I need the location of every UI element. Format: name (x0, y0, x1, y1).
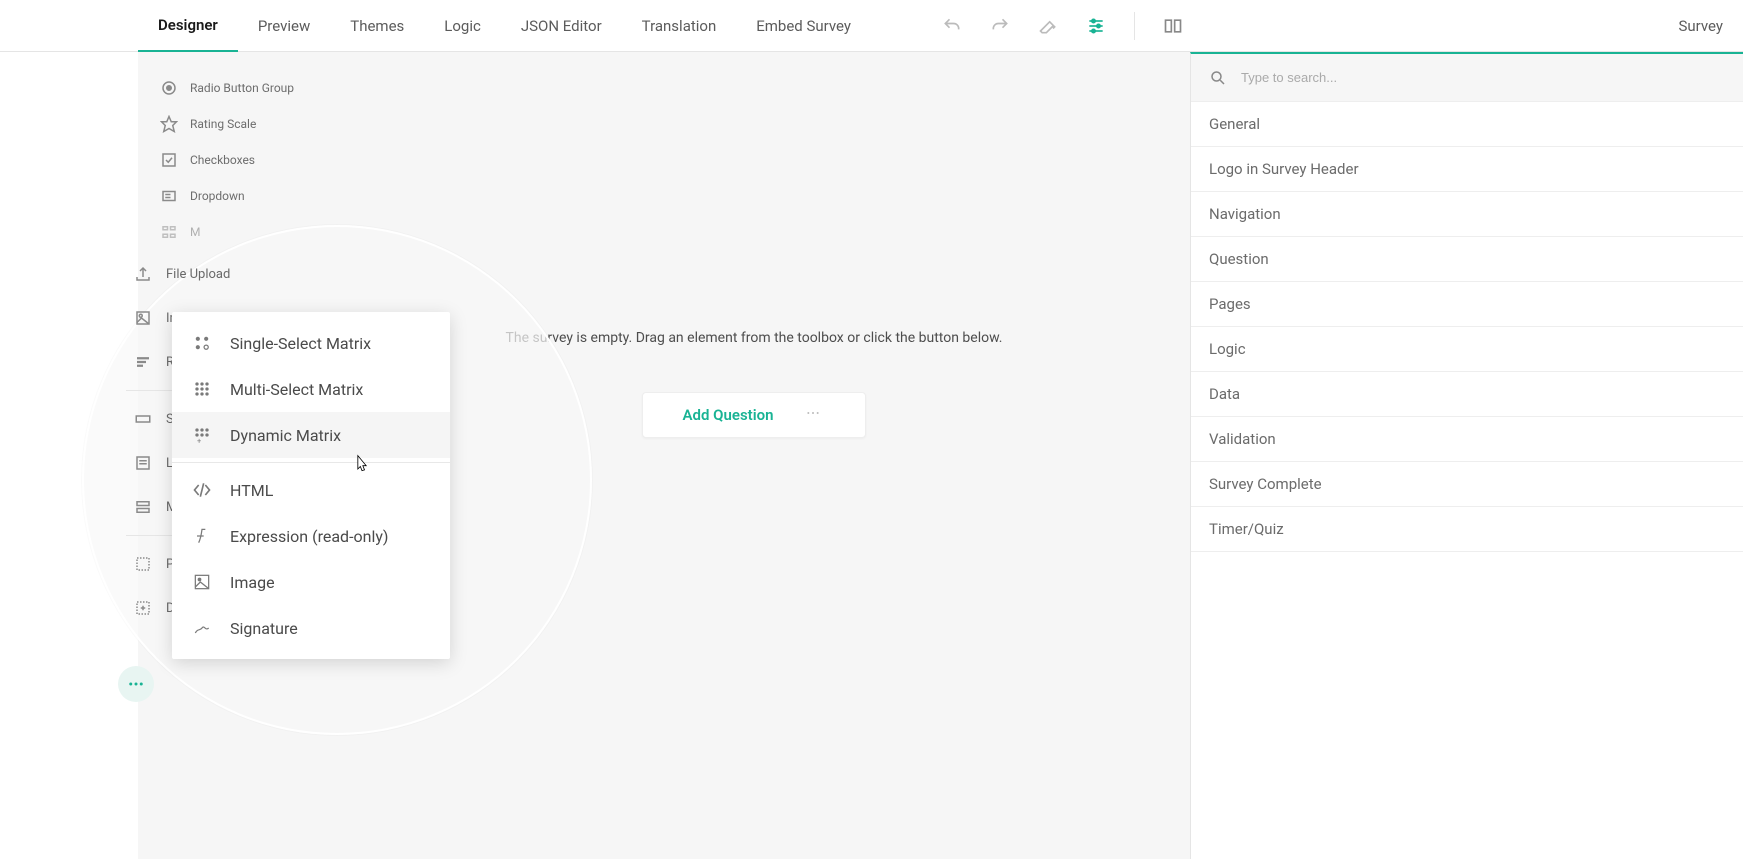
separator (172, 462, 450, 463)
left-gutter (0, 52, 138, 859)
radio-icon (160, 79, 178, 97)
section-survey-complete[interactable]: Survey Complete (1191, 462, 1743, 507)
toolbox-popup-menu: Single-Select Matrix Multi-Select Matrix… (172, 312, 450, 659)
section-general[interactable]: General (1191, 102, 1743, 147)
popup-label: Multi-Select Matrix (230, 380, 363, 399)
matrix-dynamic-icon: + (192, 425, 212, 445)
upload-icon (134, 265, 152, 283)
popup-html[interactable]: HTML (172, 467, 450, 513)
section-logo[interactable]: Logo in Survey Header (1191, 147, 1743, 192)
signature-icon (192, 618, 212, 638)
star-icon (160, 115, 178, 133)
popup-label: Image (230, 573, 275, 592)
function-icon (192, 526, 212, 546)
tab-logic[interactable]: Logic (424, 0, 501, 52)
search-icon (1209, 69, 1227, 87)
section-data[interactable]: Data (1191, 372, 1743, 417)
code-icon (192, 480, 212, 500)
book-icon[interactable] (1163, 16, 1183, 36)
toolbox-radio-group[interactable]: Radio Button Group (138, 70, 318, 106)
toolbox-label: M (190, 225, 200, 239)
popup-multi-select-matrix[interactable]: Multi-Select Matrix (172, 366, 450, 412)
toolbox-multi-cut[interactable]: M (138, 214, 318, 250)
tab-themes[interactable]: Themes (330, 0, 424, 52)
tab-translation[interactable]: Translation (622, 0, 737, 52)
tab-json-editor[interactable]: JSON Editor (501, 0, 622, 52)
svg-text:+: + (197, 436, 201, 445)
image-icon (192, 572, 212, 592)
popup-label: HTML (230, 481, 273, 500)
popup-label: Dynamic Matrix (230, 426, 341, 445)
survey-label[interactable]: Survey (1678, 0, 1723, 51)
tab-preview[interactable]: Preview (238, 0, 330, 52)
popup-image[interactable]: Image (172, 559, 450, 605)
popup-expression[interactable]: Expression (read-only) (172, 513, 450, 559)
popup-label: Expression (read-only) (230, 527, 388, 546)
popup-label: Signature (230, 619, 298, 638)
top-tab-bar: Designer Preview Themes Logic JSON Edito… (0, 0, 1743, 52)
matrix-icon (192, 333, 212, 353)
tab-designer[interactable]: Designer (138, 0, 238, 52)
properties-panel: General Logo in Survey Header Navigation… (1190, 52, 1743, 859)
add-question-label: Add Question (683, 406, 774, 424)
matrix-multi-icon (192, 379, 212, 399)
section-question[interactable]: Question (1191, 237, 1743, 282)
add-question-button[interactable]: Add Question (642, 392, 866, 438)
separator (1134, 12, 1135, 40)
popup-dynamic-matrix[interactable]: + Dynamic Matrix (172, 412, 450, 458)
section-pages[interactable]: Pages (1191, 282, 1743, 327)
dropdown-icon (160, 187, 178, 205)
section-timer-quiz[interactable]: Timer/Quiz (1191, 507, 1743, 552)
section-validation[interactable]: Validation (1191, 417, 1743, 462)
toolbox-file-upload[interactable]: File Upload (126, 252, 316, 296)
eraser-icon[interactable] (1038, 16, 1058, 36)
toolbox-checkboxes[interactable]: Checkboxes (138, 142, 318, 178)
more-icon[interactable] (805, 405, 825, 425)
toolbox-label: File Upload (166, 267, 230, 282)
checkbox-icon (160, 151, 178, 169)
image-icon (134, 309, 152, 327)
more-button[interactable] (118, 666, 154, 702)
undo-icon[interactable] (942, 16, 962, 36)
toolbox-label: Checkboxes (190, 153, 255, 167)
empty-state-message: The survey is empty. Drag an element fro… (506, 330, 1003, 346)
tab-embed-survey[interactable]: Embed Survey (736, 0, 871, 52)
bars-icon (134, 353, 152, 371)
toolbox-label: Dropdown (190, 189, 245, 203)
topbar-actions (942, 12, 1183, 40)
search-bar[interactable] (1191, 54, 1743, 102)
section-logic[interactable]: Logic (1191, 327, 1743, 372)
toolbox-dropdown[interactable]: Dropdown (138, 178, 318, 214)
rows-icon (134, 498, 152, 516)
popup-single-select-matrix[interactable]: Single-Select Matrix (172, 320, 450, 366)
panel-plus-icon (134, 599, 152, 617)
search-input[interactable] (1241, 70, 1725, 85)
toolbox-label: Rating Scale (190, 117, 256, 131)
input-icon (134, 410, 152, 428)
text-icon (134, 454, 152, 472)
redo-icon[interactable] (990, 16, 1010, 36)
toolbox-label: Radio Button Group (190, 81, 294, 95)
panel-icon (134, 555, 152, 573)
section-navigation[interactable]: Navigation (1191, 192, 1743, 237)
grid-icon (160, 223, 178, 241)
popup-label: Single-Select Matrix (230, 334, 371, 353)
toolbox-rating-scale[interactable]: Rating Scale (138, 106, 318, 142)
popup-signature[interactable]: Signature (172, 605, 450, 651)
settings-toggle-icon[interactable] (1086, 16, 1106, 36)
